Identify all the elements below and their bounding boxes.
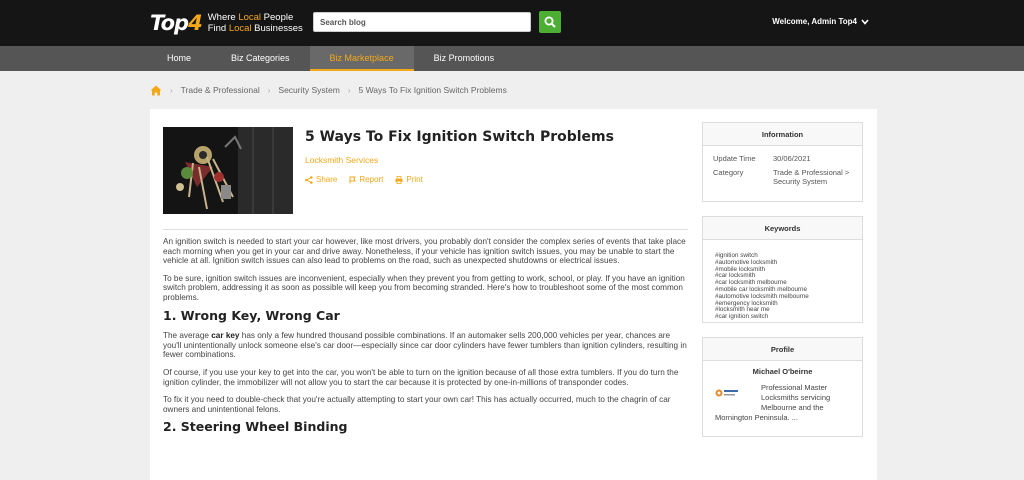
paragraph: Of course, if you use your key to get in… [163,367,679,387]
search-input[interactable] [320,17,530,27]
section-heading: 2. Steering Wheel Binding [163,419,348,435]
logo-mark[interactable]: Top4 [150,11,203,35]
chevron-right-icon: › [347,85,351,95]
business-logo[interactable] [715,388,739,398]
keywords-title: Keywords [703,217,862,240]
nav-biz-marketplace[interactable]: Biz Marketplace [309,46,414,71]
share-button[interactable]: Share [305,175,337,184]
search-button[interactable] [539,11,561,33]
breadcrumb-trade-professional[interactable]: Trade & Professional [181,85,260,95]
profile-description-more: Mornington Peninsula. ... [715,413,798,422]
share-icon [305,175,313,184]
article-image [163,127,293,214]
profile-description: Professional Master Locksmiths servicing… [761,383,831,412]
tagline-text: Find [207,23,229,34]
profile-body: Professional Master Locksmiths servicing… [703,376,862,413]
main-nav: Home Biz Categories Biz Marketplace Biz … [0,46,1024,71]
nav-biz-promotions[interactable]: Biz Promotions [414,46,515,71]
article-body: An ignition switch is needed to start yo… [163,237,688,443]
car-key-link[interactable]: car key [211,331,239,340]
keyword-tag[interactable]: #car ignition switch [715,313,850,321]
report-label: Report [359,175,384,184]
flag-icon [349,176,357,183]
nav-home[interactable]: Home [155,46,211,71]
info-label: Update Time [713,154,756,163]
tagline-text: Where [207,12,239,23]
breadcrumb: › Trade & Professional › Security System… [0,71,1024,109]
tagline-highlight: Local [238,12,262,23]
print-label: Print [406,175,423,184]
article-actions: Share Report Print [305,175,423,184]
chevron-right-icon: › [170,85,173,95]
print-button[interactable]: Print [395,175,423,184]
information-panel: Information Update Time 30/06/2021 Categ… [702,122,863,202]
divider [163,229,688,230]
print-icon [395,175,403,184]
info-value: 30/06/2021 [773,154,811,163]
article-category-link[interactable]: Locksmith Services [305,155,378,165]
profile-panel: Profile Michael O'beirne Professional Ma… [702,337,863,437]
report-button[interactable]: Report [349,175,383,184]
info-value[interactable]: Trade & Professional > Security System [773,168,852,187]
paragraph-text: has only a few hundred thousand possible… [163,331,687,360]
article-card: 5 Ways To Fix Ignition Switch Problems L… [150,109,877,480]
logo-text: Top [150,11,189,35]
info-row-update: Update Time 30/06/2021 [703,154,862,164]
nav-biz-categories[interactable]: Biz Categories [211,46,310,71]
search-box [313,12,531,32]
profile-name[interactable]: Michael O'beirne [703,361,862,376]
section-heading: 1. Wrong Key, Wrong Car [163,307,340,323]
search-icon [544,16,556,28]
top-header: Top4 Where Local People Find Local Busin… [0,0,1024,46]
chevron-right-icon: › [267,85,271,95]
keywords-panel: Keywords #ignition switch #automotive lo… [702,216,863,323]
article-title: 5 Ways To Fix Ignition Switch Problems [305,129,614,145]
paragraph: To fix it you need to double-check that … [163,395,671,414]
paragraph: To be sure, ignition switch issues are i… [163,273,685,302]
tagline-text: People [261,12,294,23]
logo-four: 4 [188,11,203,35]
keywords-list: #ignition switch #automotive locksmith #… [703,240,862,334]
info-row-category: Category Trade & Professional > Security… [703,168,862,187]
user-menu[interactable]: Welcome, Admin Top4 [772,17,869,26]
information-title: Information [703,123,862,146]
share-label: Share [316,175,338,184]
breadcrumb-current: 5 Ways To Fix Ignition Switch Problems [358,85,507,95]
paragraph: An ignition switch is needed to start yo… [163,237,686,266]
breadcrumb-security-system[interactable]: Security System [278,85,339,95]
info-label: Category [713,167,744,177]
tagline-text: Businesses [251,23,303,34]
paragraph: The average car key has only a few hundr… [163,331,688,360]
profile-title: Profile [703,338,862,361]
tagline: Where Local People Find Local Businesses [208,12,303,34]
chevron-down-icon [861,18,869,25]
welcome-text: Welcome, Admin Top4 [772,17,857,26]
site-logo[interactable]: Top4 Where Local People Find Local Busin… [150,11,303,35]
paragraph-text: The average [163,331,212,341]
home-icon[interactable] [150,85,162,96]
tagline-highlight: Local [228,23,252,34]
